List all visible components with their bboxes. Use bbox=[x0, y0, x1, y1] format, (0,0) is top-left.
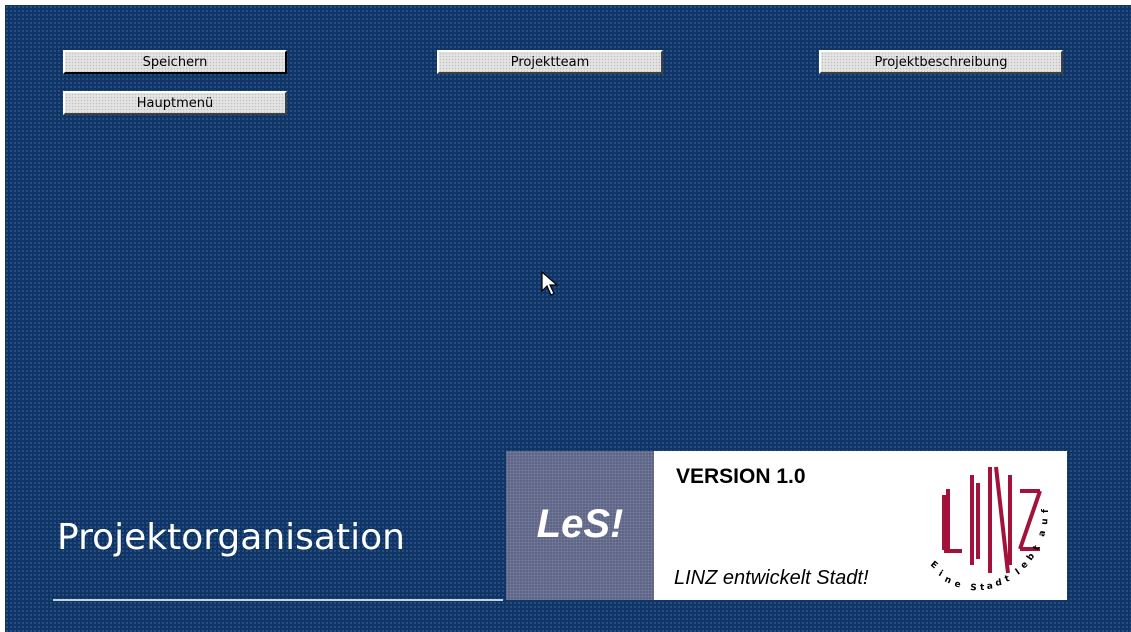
svg-text:l: l bbox=[1014, 567, 1022, 577]
svg-text:a: a bbox=[986, 581, 993, 591]
svg-text:i: i bbox=[937, 569, 945, 579]
svg-text:a: a bbox=[1037, 530, 1048, 538]
les-logo: LeS! bbox=[506, 451, 654, 600]
svg-text:n: n bbox=[943, 575, 953, 587]
svg-text:E: E bbox=[928, 560, 939, 572]
title-underline bbox=[53, 599, 503, 601]
linz-logo-icon: E i n e S t a d t l e b t a u f bbox=[928, 466, 1051, 594]
les-logo-text: LeS! bbox=[536, 502, 624, 546]
svg-text:t: t bbox=[980, 583, 985, 593]
page-title: Projektorganisation bbox=[57, 517, 405, 558]
svg-text:e: e bbox=[1019, 560, 1030, 571]
branding-panel: LeS! VERSION 1.0 LINZ entwickelt Stadt! bbox=[506, 451, 1067, 600]
slogan-text: LINZ entwickelt Stadt! bbox=[674, 567, 869, 589]
svg-text:e: e bbox=[953, 579, 961, 590]
version-label: VERSION 1.0 bbox=[676, 465, 806, 488]
project-team-button[interactable]: Projektteam bbox=[437, 50, 663, 74]
svg-text:f: f bbox=[1041, 509, 1051, 513]
svg-text:t: t bbox=[1004, 574, 1012, 585]
project-description-button[interactable]: Projektbeschreibung bbox=[819, 50, 1063, 74]
svg-text:b: b bbox=[1025, 551, 1037, 562]
svg-text:d: d bbox=[995, 578, 1003, 589]
arrow-cursor-icon bbox=[541, 271, 559, 296]
svg-text:u: u bbox=[1040, 518, 1051, 525]
main-menu-button[interactable]: Hauptmenü bbox=[63, 91, 287, 115]
svg-text:S: S bbox=[970, 583, 977, 594]
app-window: Speichern Projektteam Projektbeschreibun… bbox=[5, 5, 1131, 632]
save-button[interactable]: Speichern bbox=[63, 50, 287, 74]
